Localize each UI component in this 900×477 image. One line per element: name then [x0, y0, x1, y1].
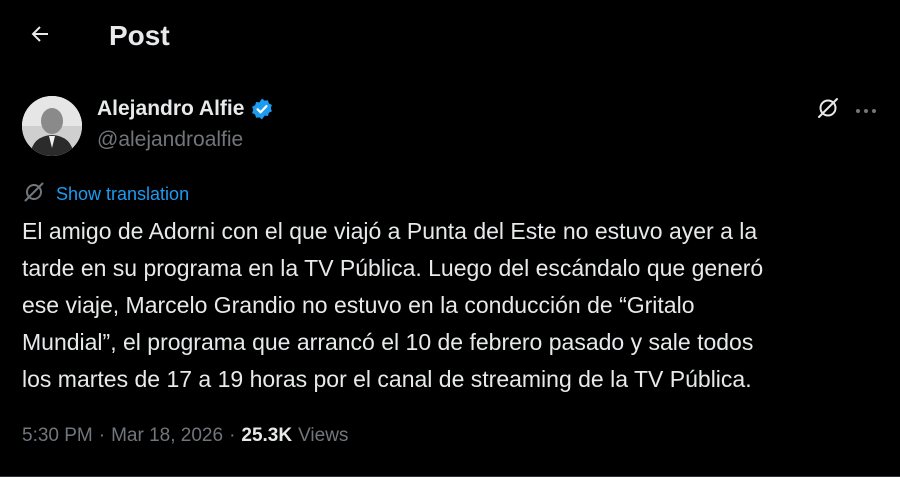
- page-header: Post: [0, 0, 900, 72]
- post-text-line: los martes de 17 a 19 horas por el canal…: [22, 366, 752, 392]
- author-name[interactable]: Alejandro Alfie: [97, 96, 274, 122]
- post-text-line: tarde en su programa en la TV Pública. L…: [22, 255, 764, 281]
- post-text: El amigo de Adorni con el que viajó a Pu…: [22, 213, 878, 398]
- post-date[interactable]: Mar 18, 2026: [111, 420, 223, 452]
- slashed-circle-icon: [815, 95, 841, 126]
- translate-icon: [22, 180, 46, 209]
- post-text-line: Mundial”, el programa que arrancó el 10 …: [22, 329, 754, 355]
- more-options-button[interactable]: [850, 96, 882, 124]
- author-handle[interactable]: @alejandroalfie: [97, 126, 243, 154]
- page-title: Post: [109, 20, 170, 51]
- show-translation-label: Show translation: [56, 184, 190, 204]
- arrow-left-icon: [28, 22, 52, 51]
- avatar[interactable]: [22, 96, 82, 156]
- author-name-label: Alejandro Alfie: [97, 97, 245, 120]
- grok-translate-button[interactable]: [812, 96, 844, 124]
- meta-separator: ·: [98, 425, 106, 446]
- views-label: Views: [298, 425, 349, 446]
- meta-separator: ·: [229, 425, 236, 446]
- post-meta: 5:30 PM · Mar 18, 2026 · 25.3K Views: [22, 420, 348, 452]
- views-count[interactable]: 25.3K: [241, 420, 292, 452]
- back-button[interactable]: [20, 18, 60, 54]
- verified-badge-icon: [250, 97, 274, 121]
- post-text-line: El amigo de Adorni con el que viajó a Pu…: [22, 218, 758, 244]
- post-text-line: ese viaje, Marcelo Grandio no estuvo en …: [22, 292, 695, 318]
- post-time[interactable]: 5:30 PM: [22, 420, 93, 452]
- show-translation-link[interactable]: Show translation: [22, 181, 189, 207]
- ellipsis-icon: [855, 101, 877, 119]
